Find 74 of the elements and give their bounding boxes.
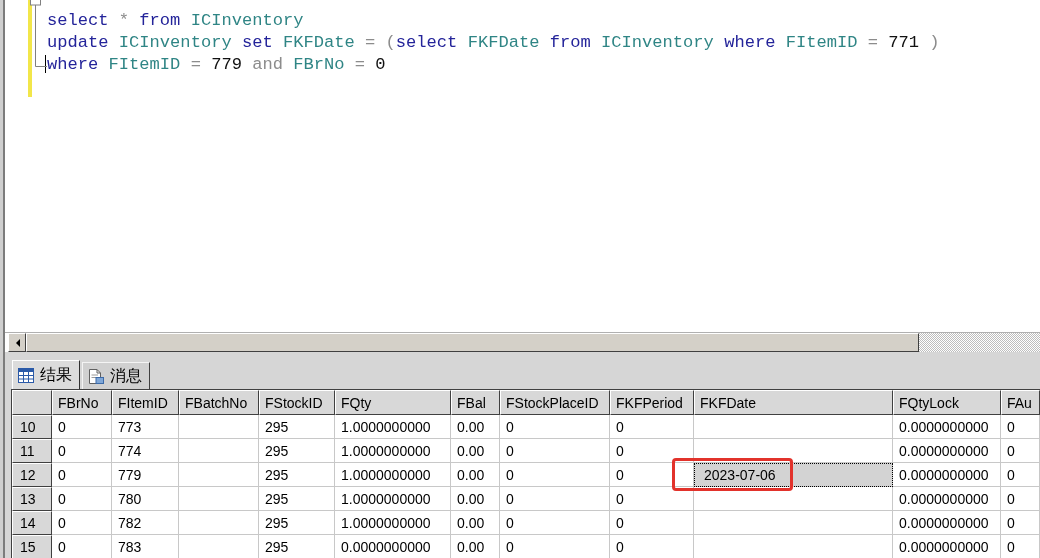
- column-header[interactable]: FBatchNo: [179, 390, 259, 415]
- table-cell: 295: [259, 463, 335, 487]
- table-cell: 0.00: [451, 511, 500, 535]
- table-cell: 0: [500, 415, 610, 439]
- code-line: where FItemID = 779 and FBrNo = 0: [47, 54, 386, 74]
- table-cell: 0.0000000000: [893, 415, 1001, 439]
- fold-outline[interactable]: [29, 0, 47, 70]
- column-header[interactable]: FBal: [451, 390, 500, 415]
- table-cell: 0: [52, 415, 112, 439]
- column-header[interactable]: FAu: [1001, 390, 1040, 415]
- table-cell: 0: [1001, 511, 1040, 535]
- column-header[interactable]: FKFPeriod: [610, 390, 694, 415]
- table-cell: 0: [1001, 415, 1040, 439]
- table-cell: 295: [259, 415, 335, 439]
- column-header[interactable]: FQty: [335, 390, 451, 415]
- table-cell: 0: [610, 439, 694, 463]
- row-header[interactable]: 13: [12, 487, 52, 511]
- table-cell: 0.0000000000: [893, 439, 1001, 463]
- table-cell: 295: [259, 439, 335, 463]
- table-cell: 1.0000000000: [335, 487, 451, 511]
- table-cell: 0.00: [451, 439, 500, 463]
- column-header[interactable]: FQtyLock: [893, 390, 1001, 415]
- table-cell: 0: [500, 487, 610, 511]
- row-header[interactable]: 15: [12, 535, 52, 558]
- scroll-left-button[interactable]: [8, 333, 26, 352]
- table-cell: 0: [500, 463, 610, 487]
- table-cell: 0: [52, 487, 112, 511]
- table-cell: 0: [610, 415, 694, 439]
- table-cell: 0.0000000000: [893, 463, 1001, 487]
- table-cell: 0: [52, 439, 112, 463]
- table-cell: 295: [259, 511, 335, 535]
- table-cell: 0: [52, 511, 112, 535]
- table-cell: 774: [112, 439, 179, 463]
- table-cell: 0.00: [451, 463, 500, 487]
- row-header[interactable]: 10: [12, 415, 52, 439]
- column-header[interactable]: FBrNo: [52, 390, 112, 415]
- table-cell: 0: [500, 511, 610, 535]
- column-header[interactable]: FStockID: [259, 390, 335, 415]
- table-icon: [18, 367, 34, 383]
- table-cell: 0.0000000000: [893, 511, 1001, 535]
- table-cell: 0: [52, 463, 112, 487]
- table-cell: 1.0000000000: [335, 439, 451, 463]
- row-header[interactable]: 11: [12, 439, 52, 463]
- table-cell: 773: [112, 415, 179, 439]
- code-line: update ICInventory set FKFDate = (select FKFDate from ICInventory where FItemID = 771 ): [47, 32, 940, 52]
- table-cell: 0.00: [451, 415, 500, 439]
- row-header[interactable]: 14: [12, 511, 52, 535]
- table-cell: 780: [112, 487, 179, 511]
- table-cell: 0: [610, 487, 694, 511]
- table-cell: 0: [610, 463, 694, 487]
- column-header[interactable]: FKFDate: [694, 390, 893, 415]
- document-icon: [88, 368, 104, 384]
- results-tab[interactable]: 结果: [12, 360, 80, 389]
- left-triangle-icon: [14, 338, 20, 347]
- table-cell: 1.0000000000: [335, 415, 451, 439]
- table-cell: 2023-07-06: [694, 463, 893, 487]
- column-header[interactable]: FItemID: [112, 390, 179, 415]
- column-header[interactable]: FStockPlaceID: [500, 390, 610, 415]
- table-cell: 782: [112, 511, 179, 535]
- table-cell: 779: [112, 463, 179, 487]
- table-cell: 0.00: [451, 487, 500, 511]
- table-cell: 295: [259, 487, 335, 511]
- corner-header[interactable]: [12, 390, 52, 415]
- code-line: select * from ICInventory: [47, 10, 304, 30]
- table-cell: 0: [1001, 463, 1040, 487]
- table-cell: 1.0000000000: [335, 511, 451, 535]
- table-cell: 1.0000000000: [335, 463, 451, 487]
- results-tab[interactable]: 消息: [82, 362, 150, 389]
- row-header[interactable]: 12: [12, 463, 52, 487]
- table-cell: 0: [1001, 487, 1040, 511]
- table-cell: 0.0000000000: [893, 487, 1001, 511]
- table-cell: 0: [500, 439, 610, 463]
- table-cell: 0: [1001, 439, 1040, 463]
- table-cell: 0: [610, 511, 694, 535]
